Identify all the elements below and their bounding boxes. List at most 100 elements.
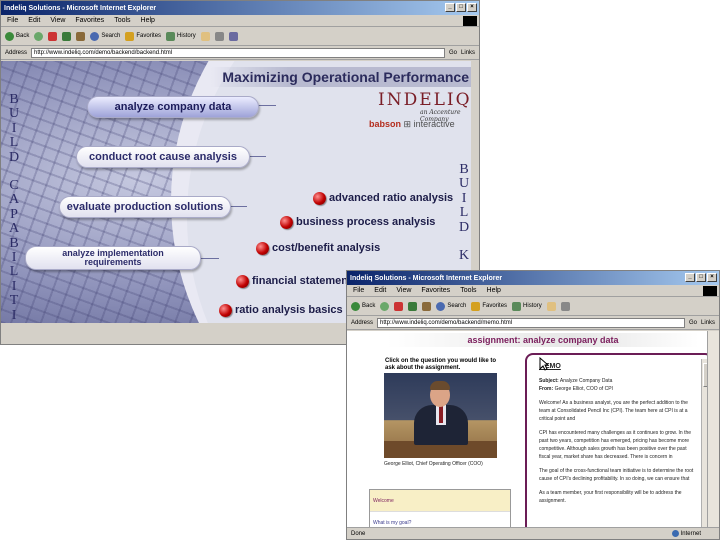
menu-file[interactable]: File — [7, 17, 18, 24]
back-label: Back — [362, 303, 376, 309]
search-button[interactable]: Search — [436, 301, 466, 311]
memo-subject: Subject: Analyze Company Data — [539, 378, 613, 384]
capability-financial-statement[interactable]: financial statement — [252, 275, 352, 287]
back-button[interactable]: Back — [351, 301, 376, 311]
maximize-button[interactable]: □ — [456, 3, 466, 12]
title-bar: Indeliq Solutions - Microsoft Internet E… — [347, 271, 719, 285]
mail-icon — [546, 301, 556, 311]
window-controls: _ □ × — [445, 3, 477, 12]
globe-icon — [671, 530, 679, 537]
question-goal[interactable]: What is my goal? — [370, 512, 510, 527]
window-controls: _ □ × — [685, 273, 717, 282]
memo-content: MEMO Subject: Analyze Company Data From:… — [539, 363, 697, 511]
capability-advanced-ratio-analysis[interactable]: advanced ratio analysis — [329, 192, 453, 204]
back-arrow-icon — [5, 31, 14, 41]
step-evaluate-production-solutions[interactable]: evaluate production solutions — [59, 196, 231, 218]
mail-icon — [200, 31, 210, 41]
minimize-button[interactable]: _ — [685, 273, 695, 282]
step-line-2: requirements — [84, 257, 142, 267]
page-title: assignment: analyze company data — [387, 333, 699, 347]
menu-tools[interactable]: Tools — [114, 17, 130, 24]
page-scrollbar[interactable] — [707, 331, 719, 527]
window-title: Indeliq Solutions - Microsoft Internet E… — [350, 274, 503, 282]
capability-cost-benefit-analysis[interactable]: cost/benefit analysis — [272, 242, 380, 254]
favorites-label: Favorites — [482, 303, 508, 309]
memo-paragraph: Welcome! As a business analyst, you are … — [539, 400, 688, 422]
history-icon — [512, 301, 522, 311]
refresh-button[interactable] — [408, 301, 418, 311]
title-bar: Indeliq Solutions - Microsoft Internet E… — [1, 1, 479, 15]
print-button[interactable] — [214, 31, 224, 41]
question-list: Welcome What is my goal? — [369, 489, 511, 527]
capability-bullet-icon — [280, 216, 293, 229]
refresh-button[interactable] — [62, 31, 72, 41]
mail-button[interactable] — [200, 31, 210, 41]
menu-favorites[interactable]: Favorites — [421, 287, 450, 294]
address-bar: Address http://www.indeliq.com/demo/back… — [347, 316, 719, 330]
step-conduct-root-cause-analysis[interactable]: conduct root cause analysis — [76, 146, 250, 168]
menu-file[interactable]: File — [353, 287, 364, 294]
mail-button[interactable] — [546, 301, 556, 311]
forward-arrow-icon — [380, 301, 390, 311]
menu-tools[interactable]: Tools — [460, 287, 476, 294]
address-bar: Address http://www.indeliq.com/demo/back… — [1, 46, 479, 60]
history-label: History — [177, 33, 196, 39]
memo-paragraph: As a team member, your first responsibil… — [539, 490, 682, 504]
links-button[interactable]: Links — [461, 50, 475, 56]
zone-indicator: Internet — [671, 530, 701, 537]
home-icon — [422, 301, 432, 311]
stop-button[interactable] — [48, 31, 58, 41]
mouse-cursor-icon — [539, 357, 549, 371]
step-analyze-company-data[interactable]: analyze company data — [87, 96, 259, 118]
babson-interactive: interactive — [413, 119, 455, 129]
address-input[interactable]: http://www.indeliq.com/demo/backend/back… — [31, 47, 445, 58]
go-button[interactable]: Go — [689, 320, 697, 326]
minimize-button[interactable]: _ — [445, 3, 455, 12]
memo-panel: MEMO Subject: Analyze Company Data From:… — [525, 353, 713, 527]
status-bar: Done Internet — [347, 527, 719, 539]
print-icon — [560, 301, 570, 311]
links-button[interactable]: Links — [701, 320, 715, 326]
stop-icon — [394, 301, 404, 311]
stop-button[interactable] — [394, 301, 404, 311]
capability-bullet-icon — [256, 242, 269, 255]
forward-button[interactable] — [34, 31, 44, 41]
close-button[interactable]: × — [467, 3, 477, 12]
search-button[interactable]: Search — [90, 31, 120, 41]
go-button[interactable]: Go — [449, 50, 457, 56]
menu-view[interactable]: View — [50, 17, 65, 24]
babson-name: babson — [369, 119, 402, 129]
step-analyze-implementation-requirements[interactable]: analyze implementation requirements — [25, 246, 201, 270]
menu-favorites[interactable]: Favorites — [75, 17, 104, 24]
forward-button[interactable] — [380, 301, 390, 311]
back-arrow-icon — [351, 301, 360, 311]
menu-help[interactable]: Help — [487, 287, 501, 294]
question-welcome[interactable]: Welcome — [370, 490, 510, 512]
print-icon — [214, 31, 224, 41]
refresh-icon — [62, 31, 72, 41]
capability-ratio-analysis-basics[interactable]: ratio analysis basics — [235, 304, 343, 316]
menu-help[interactable]: Help — [141, 17, 155, 24]
close-button[interactable]: × — [707, 273, 717, 282]
capability-bullet-icon — [236, 275, 249, 288]
menu-edit[interactable]: Edit — [374, 287, 386, 294]
history-label: History — [523, 303, 542, 309]
photo-caption: George Elliot, Chief Operating Officer (… — [384, 461, 483, 467]
history-button[interactable]: History — [166, 31, 196, 41]
edit-button[interactable] — [228, 31, 238, 41]
history-button[interactable]: History — [512, 301, 542, 311]
page-content: assignment: analyze company data Click o… — [347, 331, 719, 527]
maximize-button[interactable]: □ — [696, 273, 706, 282]
favorites-button[interactable]: Favorites — [471, 301, 508, 311]
address-input[interactable]: http://www.indeliq.com/demo/backend/memo… — [377, 317, 685, 328]
home-button[interactable] — [422, 301, 432, 311]
menu-edit[interactable]: Edit — [28, 17, 40, 24]
menu-bar: File Edit View Favorites Tools Help — [1, 15, 479, 27]
build-knowledge-text: B U I L D K — [459, 162, 470, 264]
capability-business-process-analysis[interactable]: business process analysis — [296, 216, 435, 228]
menu-view[interactable]: View — [396, 287, 411, 294]
favorites-button[interactable]: Favorites — [125, 31, 161, 41]
back-button[interactable]: Back — [5, 31, 29, 41]
print-button[interactable] — [560, 301, 570, 311]
home-button[interactable] — [76, 31, 86, 41]
